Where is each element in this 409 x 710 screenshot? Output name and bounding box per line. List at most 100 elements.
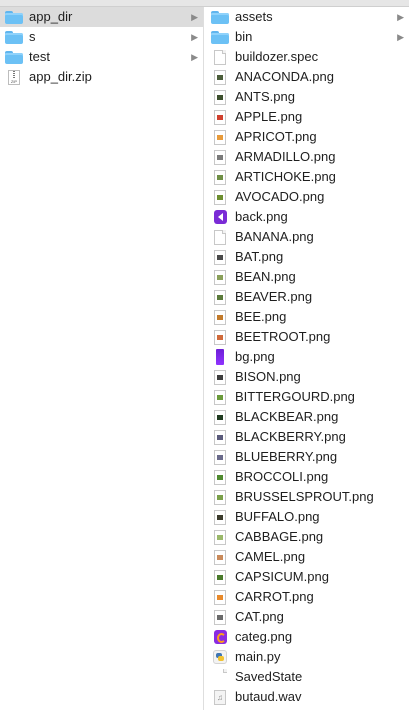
window-top-edge [0,0,409,7]
image-file-icon [214,549,226,565]
row-bean-png[interactable]: BEAN.png [204,267,409,287]
row-cat-png[interactable]: CAT.png [204,607,409,627]
column-parent-folder[interactable]: app_dir ▶ s ▶ test ▶ ZIP app_dir.zip [0,7,204,710]
folder-icon [5,10,23,24]
file-name-label: BITTERGOURD.png [235,389,355,404]
image-file-icon [214,329,226,345]
folder-icon [5,50,23,64]
row-brusselsprout-png[interactable]: BRUSSELSPROUT.png [204,487,409,507]
row-savedstate[interactable]: SavedState [204,667,409,687]
file-name-label: BUFFALO.png [235,509,320,524]
image-thumbnail-icon [217,154,223,160]
image-file-icon [214,529,226,545]
row-blueberry-png[interactable]: BLUEBERRY.png [204,447,409,467]
row-apricot-png[interactable]: APRICOT.png [204,127,409,147]
image-thumbnail-icon [217,174,223,180]
image-file-icon [214,129,226,145]
row-cabbage-png[interactable]: CABBAGE.png [204,527,409,547]
image-file-icon [214,469,226,485]
file-name-label: BAT.png [235,249,284,264]
row-capsicum-png[interactable]: CAPSICUM.png [204,567,409,587]
file-name-label: BEETROOT.png [235,329,331,344]
row-app-dir[interactable]: app_dir ▶ [0,7,203,27]
row-carrot-png[interactable]: CARROT.png [204,587,409,607]
file-name-label: bg.png [235,349,275,364]
zip-icon-text: ZIP [10,78,18,84]
audio-file-icon: ♫ [214,689,226,705]
row-bin[interactable]: bin ▶ [204,27,409,47]
file-name-label: BISON.png [235,369,301,384]
row-ants-png[interactable]: ANTS.png [204,87,409,107]
file-name-label: CARROT.png [235,589,314,604]
row-main-py[interactable]: main.py [204,647,409,667]
column-app-dir-contents[interactable]: assets ▶ bin ▶ buildozer.spec ANACONDA.png ANT… [204,7,409,710]
row-app-dir-zip[interactable]: ZIP app_dir.zip [0,67,203,87]
image-thumbnail-icon [217,374,223,380]
row-test[interactable]: test ▶ [0,47,203,67]
row-avocado-png[interactable]: AVOCADO.png [204,187,409,207]
row-apple-png[interactable]: APPLE.png [204,107,409,127]
chevron-right-icon: ▶ [397,32,404,42]
row-armadillo-png[interactable]: ARMADILLO.png [204,147,409,167]
row-artichoke-png[interactable]: ARTICHOKE.png [204,167,409,187]
image-thumbnail-icon [217,334,223,340]
image-file-icon [214,449,226,465]
row-assets[interactable]: assets ▶ [204,7,409,27]
row-bittergourd-png[interactable]: BITTERGOURD.png [204,387,409,407]
row-broccoli-png[interactable]: BROCCOLI.png [204,467,409,487]
file-name-label: CABBAGE.png [235,529,324,544]
image-file-icon [214,69,226,85]
row-banana-png[interactable]: BANANA.png [204,227,409,247]
file-name-label: BLACKBEAR.png [235,409,339,424]
image-file-icon [214,509,226,525]
row-s[interactable]: s ▶ [0,27,203,47]
image-thumbnail-icon [217,394,223,400]
row-butaud-wav[interactable]: ♫ butaud.wav [204,687,409,707]
folder-icon [211,30,229,44]
background-image-icon [216,349,224,365]
file-name-label: BEE.png [235,309,287,324]
row-beetroot-png[interactable]: BEETROOT.png [204,327,409,347]
image-file-icon [214,489,226,505]
image-thumbnail-icon [217,114,223,120]
row-camel-png[interactable]: CAMEL.png [204,547,409,567]
document-icon [214,49,226,65]
folder-icon [5,30,23,44]
row-categ-png[interactable]: categ.png [204,627,409,647]
chevron-right-icon: ▶ [191,12,198,22]
row-anaconda-png[interactable]: ANACONDA.png [204,67,409,87]
image-thumbnail-icon [217,94,223,100]
image-thumbnail-icon [217,474,223,480]
row-blackbear-png[interactable]: BLACKBEAR.png [204,407,409,427]
row-beaver-png[interactable]: BEAVER.png [204,287,409,307]
music-note-icon: ♫ [217,692,223,702]
row-buffalo-png[interactable]: BUFFALO.png [204,507,409,527]
finder-column-view: app_dir ▶ s ▶ test ▶ ZIP app_dir.zip assets ▶ bin… [0,0,409,710]
image-thumbnail-icon [217,534,223,540]
file-name-label: ARMADILLO.png [235,149,336,164]
row-bg-png[interactable]: bg.png [204,347,409,367]
image-file-icon [214,409,226,425]
row-blackberry-png[interactable]: BLACKBERRY.png [204,427,409,447]
row-bee-png[interactable]: BEE.png [204,307,409,327]
image-thumbnail-icon [217,574,223,580]
row-buildozer-spec[interactable]: buildozer.spec [204,47,409,67]
category-image-icon [214,630,227,644]
image-thumbnail-icon [217,434,223,440]
image-file-icon [214,189,226,205]
row-back-png[interactable]: back.png [204,207,409,227]
image-thumbnail-icon [217,254,223,260]
image-thumbnail-icon [217,414,223,420]
image-thumbnail-icon [217,494,223,500]
row-bat-png[interactable]: BAT.png [204,247,409,267]
image-file-icon [214,109,226,125]
file-name-label: ARTICHOKE.png [235,169,336,184]
back-arrow-image-icon [214,210,227,224]
file-name-label: CAPSICUM.png [235,569,329,584]
image-file-icon [214,569,226,585]
file-name-label: ANACONDA.png [235,69,334,84]
row-bison-png[interactable]: BISON.png [204,367,409,387]
image-thumbnail-icon [217,554,223,560]
image-thumbnail-icon [217,454,223,460]
file-name-label: BROCCOLI.png [235,469,329,484]
